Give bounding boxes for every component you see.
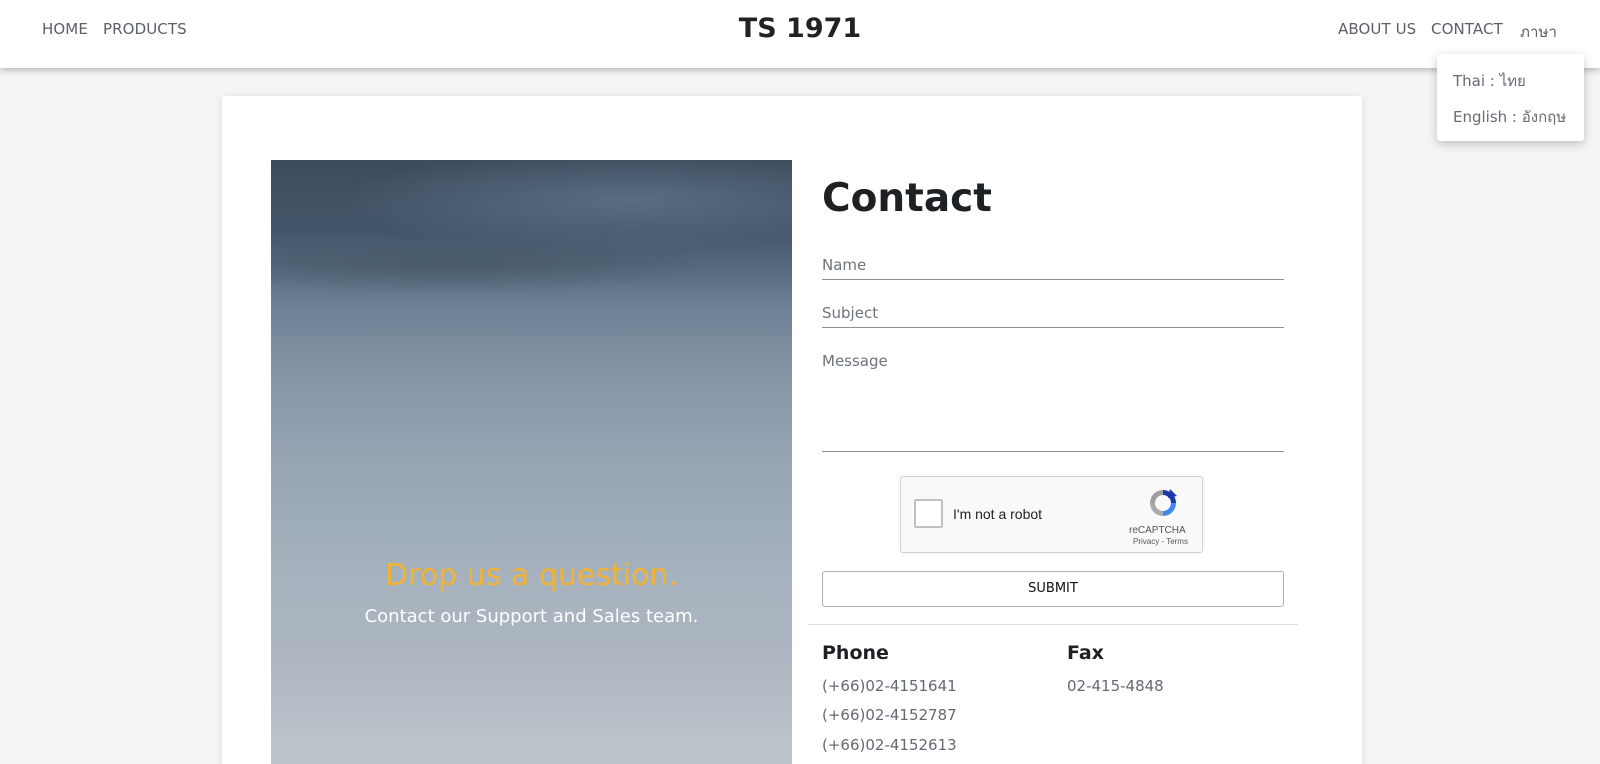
fax-heading: Fax <box>1067 642 1104 664</box>
form-divider <box>808 624 1298 625</box>
language-dropdown: Thai : ไทย English : อังกฤษ <box>1437 54 1584 141</box>
recaptcha-privacy-terms-link[interactable]: Privacy - Terms <box>1133 537 1188 546</box>
submit-button[interactable]: SUBMIT <box>822 571 1284 607</box>
recaptcha-widget: I'm not a robot reCAPTCHA Privacy - Term… <box>900 476 1203 553</box>
nav-language-toggle[interactable]: ภาษา <box>1520 20 1557 44</box>
hero-title: Drop us a question. <box>385 558 678 593</box>
hero-subtitle: Contact our Support and Sales team. <box>364 606 699 627</box>
name-field-label: Name <box>822 256 867 274</box>
recaptcha-label: I'm not a robot <box>953 506 1043 522</box>
recaptcha-checkbox[interactable] <box>914 499 943 528</box>
message-field[interactable]: Message <box>822 348 1284 452</box>
name-field[interactable]: Name <box>822 252 1284 280</box>
nav-contact-link[interactable]: CONTACT <box>1431 20 1503 38</box>
nav-about-link[interactable]: ABOUT US <box>1338 20 1416 38</box>
language-option-thai[interactable]: Thai : ไทย <box>1453 69 1526 93</box>
subject-field-label: Subject <box>822 304 879 322</box>
phone-heading: Phone <box>822 642 889 664</box>
phone-number-1: (+66)02-4151641 <box>822 677 957 695</box>
subject-field[interactable]: Subject <box>822 300 1284 328</box>
recaptcha-logo-icon <box>1150 489 1177 516</box>
fax-number: 02-415-4848 <box>1067 677 1164 695</box>
top-navbar: HOME PRODUCTS TS 1971 ABOUT US CONTACT ภ… <box>0 0 1600 68</box>
hero-image: Drop us a question. Contact our Support … <box>271 160 792 764</box>
phone-number-3: (+66)02-4152613 <box>822 736 957 754</box>
phone-number-2: (+66)02-4152787 <box>822 706 957 724</box>
language-option-english[interactable]: English : อังกฤษ <box>1453 105 1566 129</box>
contact-form-title: Contact <box>822 176 992 221</box>
recaptcha-brand: reCAPTCHA <box>1129 525 1186 536</box>
message-field-label: Message <box>822 352 888 370</box>
